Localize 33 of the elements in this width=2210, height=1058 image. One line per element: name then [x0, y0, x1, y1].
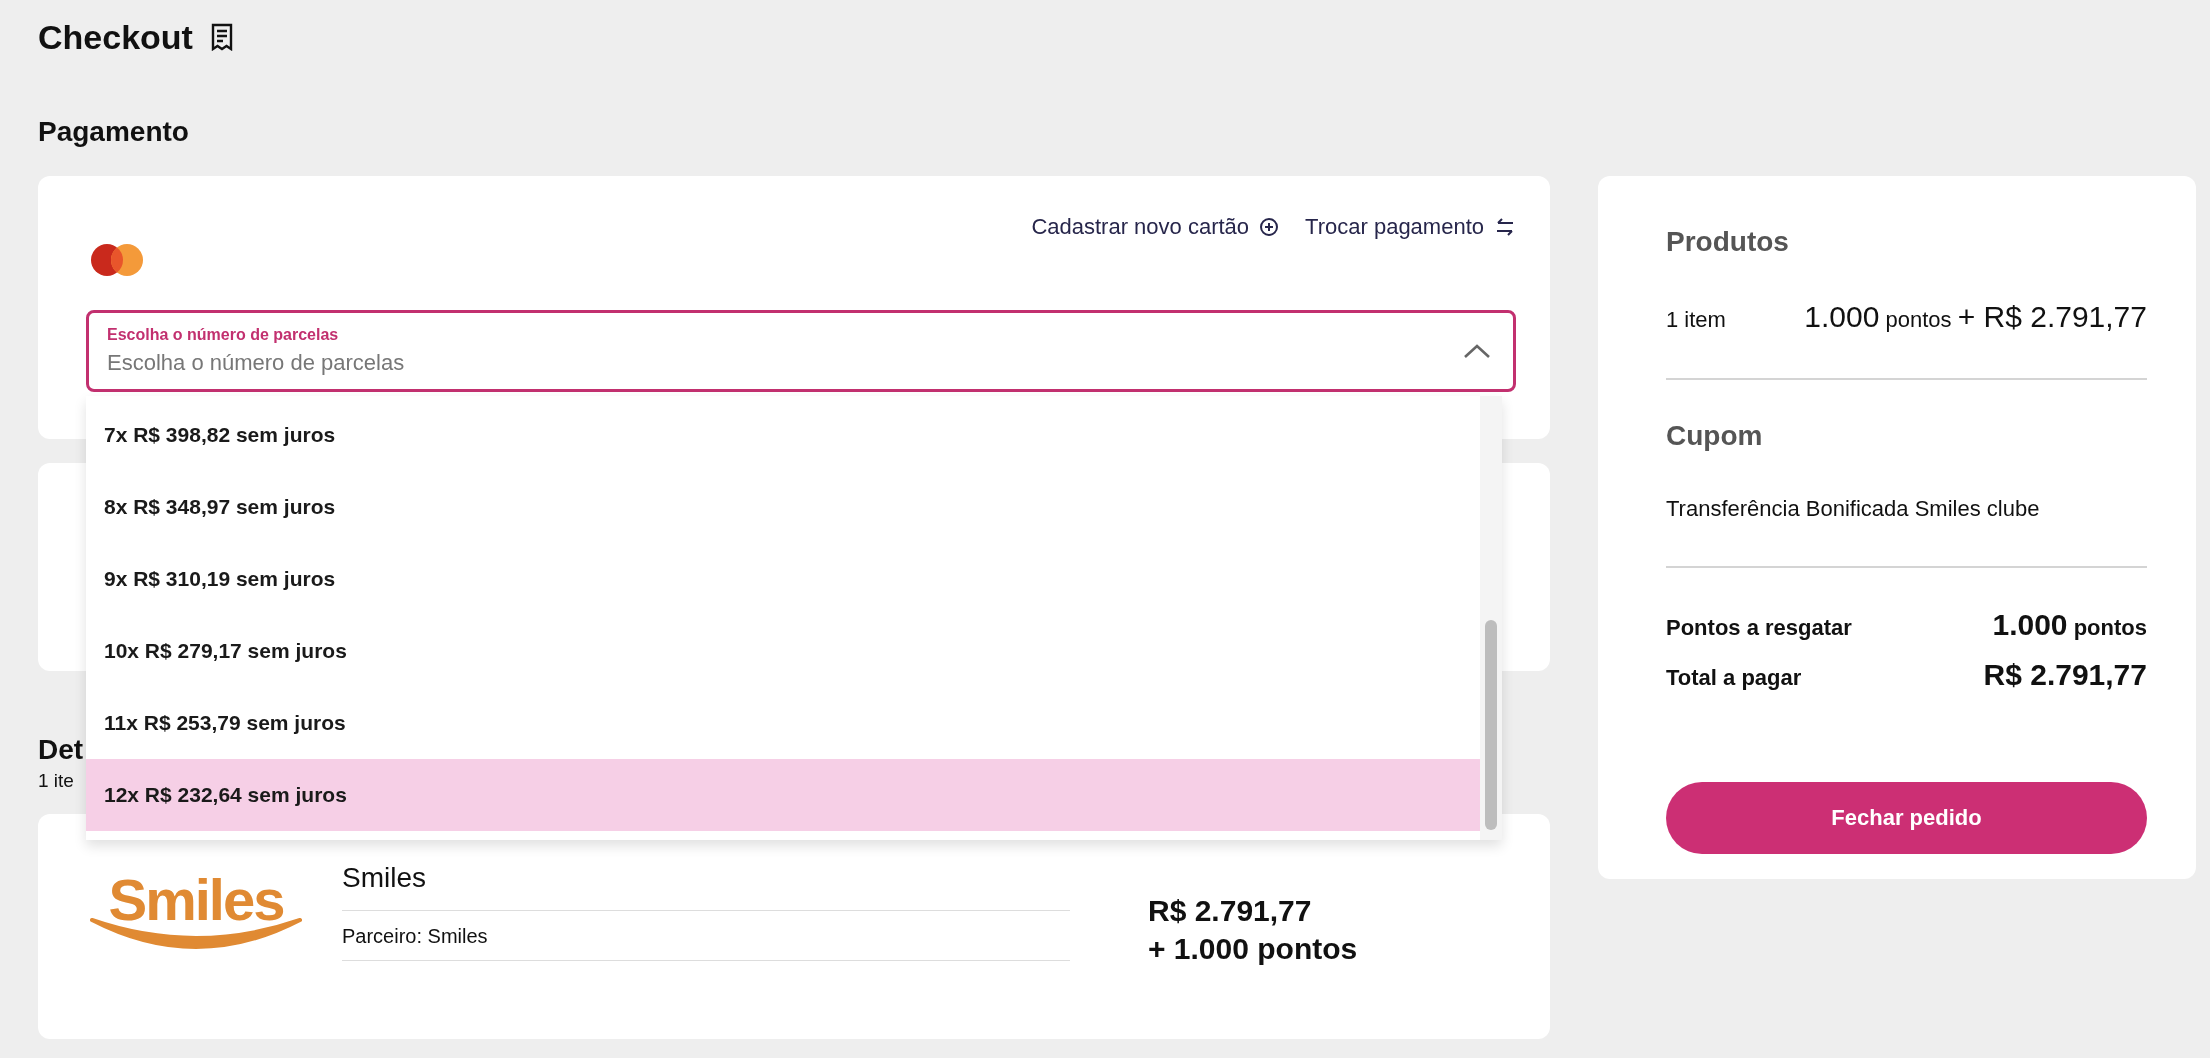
product-price: R$ 2.791,77 — [1148, 893, 1313, 929]
section-heading: Pagamento — [38, 115, 190, 149]
brand-logo: Smiles — [88, 872, 304, 954]
points-label: Pontos a resgatar — [1666, 615, 1852, 641]
installment-option[interactable]: 7x R$ 398,82 sem juros — [86, 399, 1480, 471]
total-label: Total a pagar — [1666, 665, 1802, 691]
installment-option[interactable]: 9x R$ 310,19 sem juros — [86, 543, 1480, 615]
installment-option[interactable]: 12x R$ 232,64 sem juros — [86, 759, 1480, 831]
scrollbar[interactable] — [1485, 620, 1497, 830]
items-total: 1.000 pontos + R$ 2.791,77 — [1804, 300, 2147, 334]
total-value: R$ 2.791,77 — [1983, 658, 2147, 692]
add-card-link[interactable]: Cadastrar novo cartão — [1031, 214, 1280, 240]
receipt-icon — [210, 23, 233, 51]
place-order-button[interactable]: Fechar pedido — [1666, 782, 2147, 854]
installment-option[interactable]: 11x R$ 253,79 sem juros — [86, 687, 1480, 759]
change-payment-link[interactable]: Trocar pagamento — [1305, 214, 1516, 240]
chevron-icon — [1463, 343, 1491, 359]
coupon-text: Transferência Bonificada Smiles clube — [1666, 496, 2041, 522]
section-heading: Cupom — [1666, 420, 1764, 452]
section-heading: Produtos — [1666, 226, 1790, 258]
installments-select[interactable]: Escolha o número de parcelas Escolha o número de parcelas — [86, 310, 1516, 392]
product-name: Smiles — [342, 862, 1070, 911]
installment-option[interactable]: 10x R$ 279,17 sem juros — [86, 615, 1480, 687]
product-points: + 1.000 pontos — [1148, 931, 1358, 967]
item-count: 1 ite — [38, 770, 74, 792]
partner-text: Parceiro: Smiles — [342, 911, 1070, 961]
installment-option[interactable]: 8x R$ 348,97 sem juros — [86, 471, 1480, 543]
page-title: Checkout — [38, 17, 193, 57]
points-value: 1.000 pontos — [1992, 608, 2147, 642]
swap-arrows-icon — [1494, 217, 1516, 237]
item-count: 1 item — [1666, 307, 1726, 333]
plus-circle-icon — [1259, 217, 1280, 237]
section-heading: Det — [38, 734, 84, 766]
